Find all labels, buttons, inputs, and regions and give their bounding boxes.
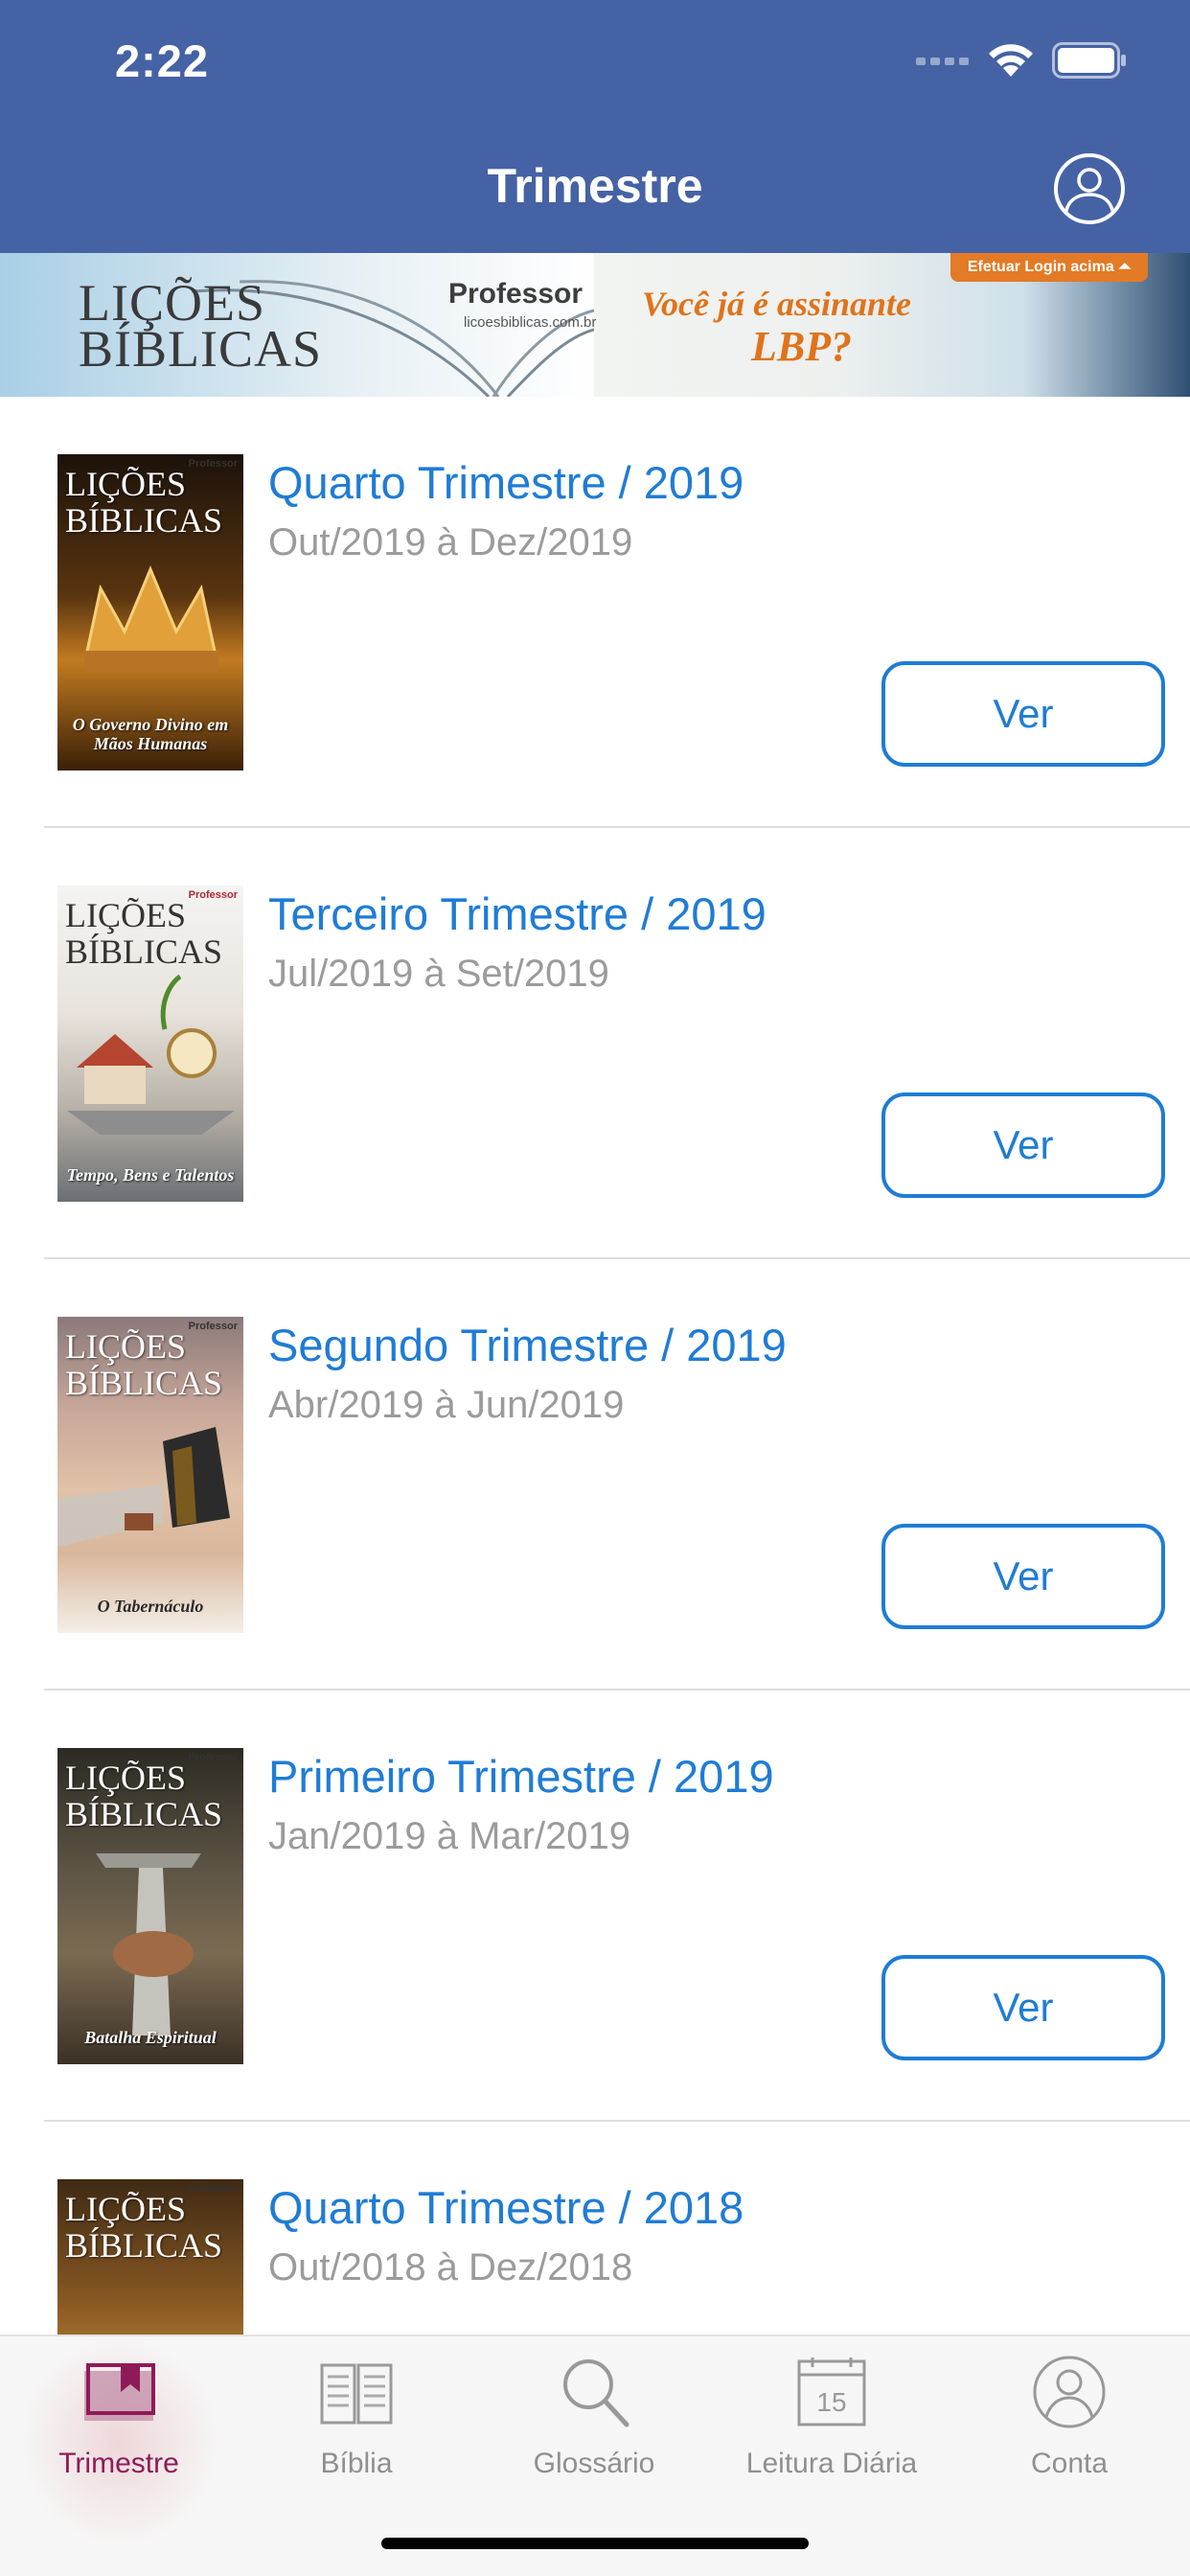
list-item: Professor LIÇÕES BÍBLICAS O Governo Divin… <box>0 397 1190 828</box>
list-item: Professor LIÇÕES BÍBLICAS Batalha Espirit… <box>0 1690 1190 2122</box>
banner-login-tag: Efetuar Login acima ⏶ <box>950 253 1148 282</box>
banner-logo-line2: BÍBLICAS <box>79 320 323 378</box>
cover-logo: LIÇÕES BÍBLICAS <box>65 2191 222 2264</box>
tab-label: Trimestre <box>58 2448 179 2479</box>
calendar-icon: 15 <box>797 2358 866 2426</box>
banner-logo-area: LIÇÕES BÍBLICAS Professor licoesbiblicas… <box>0 253 597 397</box>
open-book-icon <box>320 2363 393 2425</box>
cover-subtitle: Tempo, Bens e Talentos <box>66 1165 235 1184</box>
view-button[interactable]: Ver <box>881 1524 1165 1629</box>
tab-leitura-diaria[interactable]: 15 Leitura Diária <box>713 2354 950 2497</box>
cover-logo-line2: BÍBLICAS <box>65 501 223 540</box>
banner-professor: Professor <box>448 278 584 310</box>
quarter-title[interactable]: Segundo Trimestre / 2019 <box>268 1319 787 1371</box>
quarter-dates: Jan/2019 à Mar/2019 <box>268 1815 631 1857</box>
banner-question-line2: LBP? <box>751 323 853 370</box>
battery-icon <box>1052 42 1126 79</box>
tab-label: Conta <box>1030 2448 1109 2479</box>
banner-question-line1: Você já é assinante <box>642 285 912 323</box>
cover-logo-line1: LIÇÕES <box>65 1327 186 1366</box>
tab-biblia[interactable]: Bíblia <box>238 2354 475 2497</box>
status-time: 2:22 <box>115 35 210 86</box>
tab-glossario[interactable]: Glossário <box>475 2354 713 2497</box>
home-indicator[interactable] <box>381 2538 809 2549</box>
tab-conta[interactable]: Conta <box>950 2354 1188 2497</box>
quarter-title[interactable]: Quarto Trimestre / 2018 <box>268 2181 744 2234</box>
quarter-cover: Professor LIÇÕES BÍBLICAS Tempo, Bens e T… <box>57 886 243 1202</box>
quarter-title[interactable]: Quarto Trimestre / 2019 <box>268 456 744 509</box>
banner-logo-line1: LIÇÕES <box>79 274 265 332</box>
quarter-title[interactable]: Primeiro Trimestre / 2019 <box>268 1750 774 1803</box>
cover-logo-line2: BÍBLICAS <box>65 1364 223 1402</box>
banner-login-text: Efetuar Login acima <box>967 259 1114 275</box>
page-title: Trimestre <box>487 159 703 213</box>
app-header: 2:22 Trimestre <box>0 0 1190 253</box>
list-item: Professor LIÇÕES BÍBLICAS Tempo, Bens e T… <box>0 828 1190 1259</box>
tab-label: Bíblia <box>320 2448 393 2479</box>
chevron-up-icon: ⏶ <box>1118 259 1131 275</box>
profile-button[interactable] <box>1054 153 1125 224</box>
magnifier-icon <box>563 2359 629 2427</box>
quarter-list: Professor LIÇÕES BÍBLICAS O Governo Divin… <box>0 397 1190 2334</box>
tab-trimestre[interactable]: Trimestre <box>0 2354 238 2497</box>
cover-logo-line2: BÍBLICAS <box>65 2226 223 2265</box>
quarter-dates: Out/2018 à Dez/2018 <box>268 2246 633 2288</box>
cover-subtitle: O Tabernáculo <box>97 1597 204 1616</box>
cover-logo: LIÇÕES BÍBLICAS <box>65 897 222 970</box>
quarter-cover: Professor LIÇÕES BÍBLICAS <box>57 2179 243 2334</box>
view-button[interactable]: Ver <box>881 661 1165 767</box>
list-item: Professor LIÇÕES BÍBLICAS Quarto Trimestr… <box>0 2122 1190 2334</box>
wifi-icon <box>989 44 1033 77</box>
cover-logo: LIÇÕES BÍBLICAS <box>65 1760 222 1832</box>
quarter-cover: Professor LIÇÕES BÍBLICAS Batalha Espirit… <box>57 1748 243 2064</box>
quarter-title[interactable]: Terceiro Trimestre / 2019 <box>268 887 767 940</box>
user-icon <box>1064 168 1115 216</box>
cover-logo-line2: BÍBLICAS <box>65 1795 223 1833</box>
cover-subtitle: O Governo Divino em Mãos Humanas <box>72 715 229 753</box>
cover-logo: LIÇÕES BÍBLICAS <box>65 1328 222 1401</box>
cover-logo-line1: LIÇÕES <box>65 896 186 934</box>
cover-logo: LIÇÕES BÍBLICAS <box>65 466 222 539</box>
signal-icon <box>916 58 969 65</box>
quarter-dates: Jul/2019 à Set/2019 <box>268 953 609 995</box>
subscription-banner[interactable]: LIÇÕES BÍBLICAS Professor licoesbiblicas… <box>0 253 1190 397</box>
cover-logo-line2: BÍBLICAS <box>65 932 223 971</box>
calendar-day: 15 <box>816 2387 846 2417</box>
cover-subtitle: Batalha Espiritual <box>84 2028 217 2047</box>
tab-label: Glossário <box>533 2448 655 2479</box>
cover-logo-line1: LIÇÕES <box>65 1759 186 1797</box>
cover-logo-line1: LIÇÕES <box>65 465 186 503</box>
quarter-cover: Professor LIÇÕES BÍBLICAS O Governo Divin… <box>57 454 243 770</box>
user-icon <box>1033 2356 1106 2428</box>
bookmark-book-icon <box>84 2363 155 2421</box>
list-item: Professor LIÇÕES BÍBLICAS O Tabernáculo S… <box>0 1259 1190 1690</box>
quarter-dates: Out/2019 à Dez/2019 <box>268 521 633 564</box>
banner-logo: LIÇÕES BÍBLICAS <box>79 274 323 378</box>
cover-logo-line1: LIÇÕES <box>65 2190 186 2228</box>
view-button[interactable]: Ver <box>881 1955 1165 2060</box>
quarter-dates: Abr/2019 à Jun/2019 <box>268 1384 625 1426</box>
banner-site: licoesbiblicas.com.br <box>464 314 597 331</box>
status-icons <box>916 42 1127 79</box>
tab-label: Leitura Diária <box>745 2448 918 2479</box>
quarter-cover: Professor LIÇÕES BÍBLICAS O Tabernáculo <box>57 1317 243 1633</box>
view-button[interactable]: Ver <box>881 1092 1165 1198</box>
